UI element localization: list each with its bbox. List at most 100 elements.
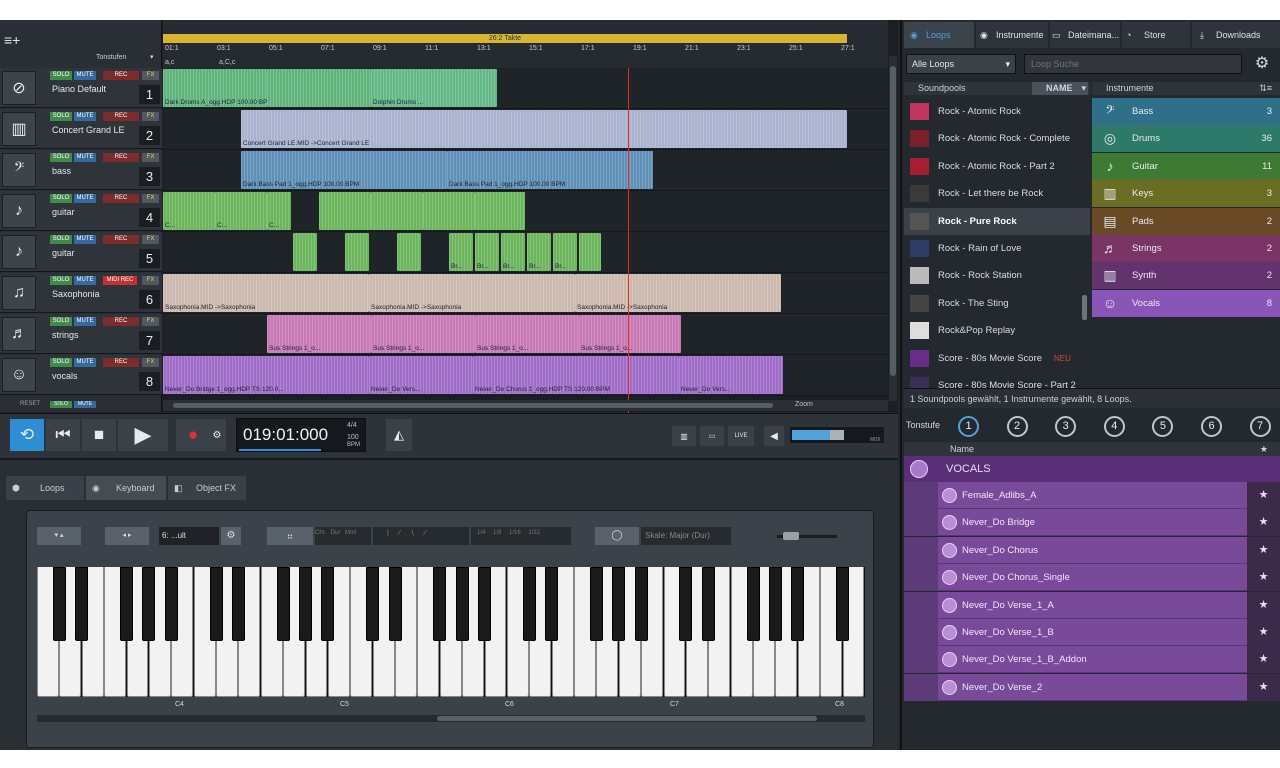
instrument-item[interactable]: ▤ Pads 2 — [1092, 207, 1280, 235]
soundpool-item[interactable]: Rock - The Sting — [904, 290, 1090, 317]
instrument-icon[interactable]: ♪ — [2, 235, 36, 269]
piano-black-key[interactable] — [701, 567, 715, 641]
track-header[interactable]: ♪ SOLO MUTE REC FX guitar 5 — [0, 232, 162, 272]
audio-clip[interactable] — [267, 69, 371, 107]
track-header[interactable]: ☺ SOLO MUTE REC FX vocals 8 — [0, 355, 162, 395]
audio-clip[interactable]: Saxophonia.MID ->Saxophonia — [575, 274, 781, 312]
audio-clip[interactable]: C... — [267, 192, 291, 230]
track-lane[interactable]: Dark Bass Pad 1_ogg.HDP 100.00 BPM Dark B… — [163, 150, 888, 191]
piano-black-key[interactable] — [478, 567, 492, 641]
solo-button[interactable]: SOLO — [50, 235, 72, 244]
loop-preview-cell[interactable] — [904, 591, 938, 619]
fx-button[interactable]: FX — [142, 317, 159, 326]
piano-black-key[interactable] — [142, 567, 156, 641]
zoom-label[interactable]: Zoom — [795, 401, 813, 408]
tab-keyboard[interactable]: ◉ Keyboard — [86, 476, 166, 500]
audio-clip[interactable] — [293, 233, 317, 271]
solo-button[interactable]: SOLO — [50, 153, 72, 162]
loop-preview-cell[interactable] — [904, 564, 938, 592]
instrument-icon[interactable]: ♫ — [2, 276, 36, 310]
fx-button[interactable]: FX — [142, 358, 159, 367]
chevron-down-icon[interactable]: ▾ — [150, 53, 154, 61]
live-button[interactable]: LIVE — [728, 426, 754, 446]
rewind-button[interactable]: ⏮ — [46, 419, 80, 451]
piano-black-key[interactable] — [164, 567, 178, 641]
mute-button[interactable]: MUTE — [74, 317, 96, 326]
track-lanes[interactable]: Dark Drums A_ogg.HDP 100.00 BPM Dolphin D… — [163, 68, 888, 398]
piano-black-key[interactable] — [276, 567, 290, 641]
labels-mode-group[interactable]: Chr. Dur Moll — [315, 527, 371, 545]
audio-clip[interactable] — [371, 192, 423, 230]
chord-mode-icon[interactable]: ⠶ — [267, 527, 313, 545]
loop-search-input[interactable]: Loop Suche — [1024, 54, 1242, 74]
tonstufe-button[interactable]: 1 — [958, 416, 979, 437]
track-lane[interactable]: Br... Br... Br... Br... Br... — [163, 232, 888, 273]
piano-black-key[interactable] — [455, 567, 469, 641]
tonstufe-button[interactable]: 7 — [1249, 416, 1271, 437]
loop-preview-cell[interactable] — [904, 619, 938, 646]
mute-button[interactable]: MUTE — [74, 153, 96, 162]
track-header[interactable]: ▥ SOLO MUTE REC FX Concert Grand LE 2 — [0, 109, 162, 149]
piano-black-key[interactable] — [545, 567, 559, 641]
audio-clip[interactable]: Never_Do Chorus 1_ogg.HDP TS 120.00 BPM — [473, 356, 679, 394]
loop-preview-cell[interactable] — [904, 536, 938, 564]
track-lane[interactable]: Concert Grand LE.MID ->Concert Grand LE — [163, 109, 888, 150]
fx-button[interactable]: FX — [142, 276, 159, 285]
audio-clip[interactable]: Dark Drums A_ogg.HDP 100.00 BPM — [163, 69, 267, 107]
tab-store[interactable]: ◔ Store — [1122, 22, 1190, 48]
track-name[interactable]: Saxophonia — [52, 289, 100, 299]
soundpool-item[interactable]: Rock - Atomic Rock - Part 2 — [904, 153, 1090, 180]
instrument-icon[interactable]: ☺ — [2, 358, 36, 392]
tonestufen-label[interactable]: Tonstufen — [96, 54, 126, 61]
soundpool-item[interactable]: Rock - Let there be Rock — [904, 180, 1090, 207]
scale-select[interactable]: Skale: Major (Dur) — [641, 527, 731, 545]
play-button[interactable]: ▶ — [118, 419, 168, 451]
piano-black-key[interactable] — [791, 567, 805, 641]
audio-clip[interactable]: Saxophonia.MID ->Saxophonia — [163, 274, 369, 312]
loop-preview-cell[interactable] — [904, 482, 938, 509]
mute-button[interactable]: MUTE — [74, 71, 96, 80]
settings-gear-icon[interactable]: ⚙ — [1250, 54, 1274, 74]
octave-stepper[interactable]: ▾ ▴ — [37, 527, 81, 545]
loop-preview-cell[interactable] — [904, 646, 938, 674]
loop-item[interactable]: Never_Do Chorus ★ — [904, 536, 1280, 564]
favorite-star-icon[interactable]: ★ — [1247, 673, 1280, 701]
piano-black-key[interactable] — [522, 567, 536, 641]
master-volume[interactable]: MIDI — [790, 427, 884, 443]
note-division-group[interactable]: 1/4 1/8 1/16 1/32 — [471, 527, 571, 545]
fx-button[interactable]: FX — [142, 194, 159, 203]
audio-clip[interactable]: Concert Grand LE.MID ->Concert Grand LE — [241, 110, 847, 148]
instrument-item[interactable]: ▥ Keys 3 — [1092, 180, 1280, 208]
piano-black-key[interactable] — [388, 567, 402, 641]
solo-button[interactable]: SOLO — [50, 358, 72, 367]
track-lane[interactable]: C... C... C... — [163, 191, 888, 232]
favorite-star-icon[interactable]: ★ — [1247, 536, 1280, 564]
tonstufe-button[interactable]: 6 — [1201, 416, 1222, 437]
favorite-star-icon[interactable]: ★ — [1247, 619, 1280, 646]
metronome-icon[interactable]: ◭ — [386, 419, 412, 451]
audio-clip[interactable]: Dolphin Drums ... — [371, 69, 497, 107]
soundpool-item[interactable]: Score - 80s Movie Score NEU — [904, 345, 1090, 372]
instrument-item[interactable]: ♬ Strings 2 — [1092, 235, 1280, 262]
vertical-scrollbar[interactable] — [889, 56, 897, 401]
fx-button[interactable]: FX — [142, 71, 159, 80]
piano-black-key[interactable] — [299, 567, 313, 641]
instrument-icon[interactable]: 𝄢 — [2, 153, 36, 187]
piano-black-key[interactable] — [433, 567, 447, 641]
tab-object-fx[interactable]: ◧ Object FX — [168, 476, 246, 500]
audio-clip[interactable]: Br... — [527, 233, 551, 271]
track-header[interactable]: 𝄢 SOLO MUTE REC FX bass 3 — [0, 150, 162, 190]
instrument-icon[interactable]: ▥ — [2, 112, 36, 146]
rec-button[interactable]: REC — [103, 112, 139, 121]
track-lane[interactable]: Never_Do Bridge 1_ogg.HDP TS 120.0... Nev… — [163, 355, 888, 396]
audio-clip[interactable]: Sus Strings 1_o... — [371, 315, 475, 353]
stop-button[interactable]: ■ — [82, 419, 116, 451]
reset-label[interactable]: RESET — [20, 401, 40, 407]
soundpool-item[interactable]: Rock - Rock Station — [904, 262, 1090, 289]
favorite-star-icon[interactable]: ★ — [1247, 482, 1280, 509]
piano-black-key[interactable] — [209, 567, 223, 641]
gear-icon[interactable]: ⚙ — [221, 527, 241, 545]
loop-item[interactable]: Never_Do Verse_1_B_Addon ★ — [904, 646, 1280, 674]
tab-loops[interactable]: ◉ Loops — [904, 22, 974, 48]
audio-clip[interactable]: Never_Do Bridge 1_ogg.HDP TS 120.0... — [163, 356, 369, 394]
